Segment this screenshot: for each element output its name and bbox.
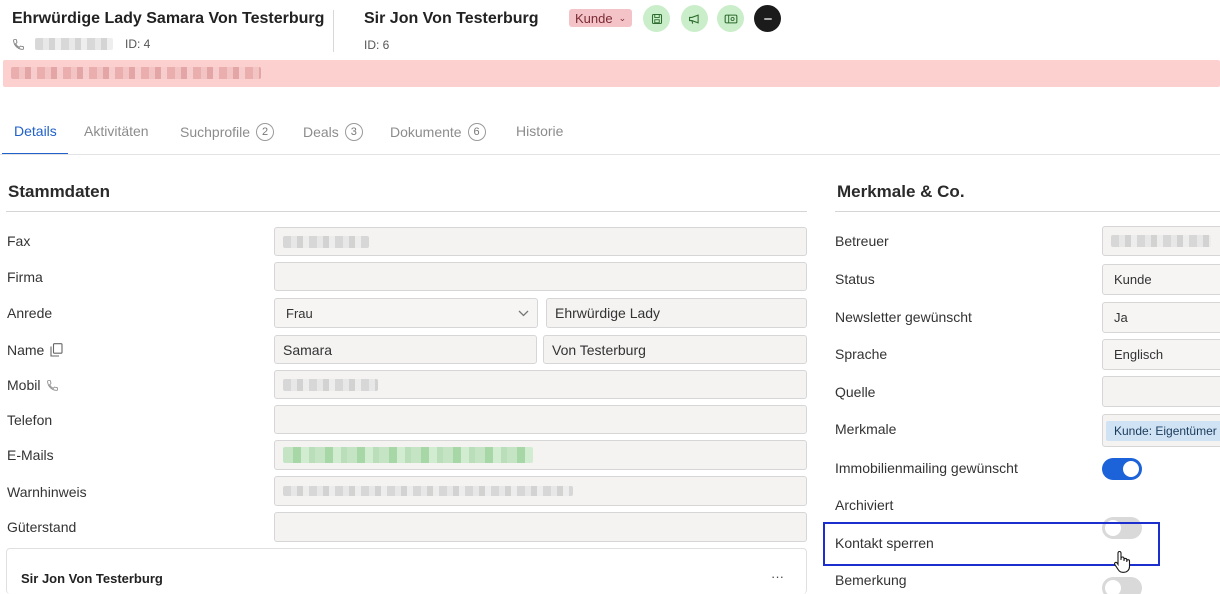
merkmal-tag[interactable]: Kunde: Eigentümer L (1106, 420, 1220, 441)
label-name-text: Name (7, 342, 45, 358)
avatar[interactable] (754, 5, 781, 32)
tab-count-badge: 2 (256, 123, 275, 141)
related-contact-name[interactable]: Sir Jon Von Testerburg (21, 571, 163, 586)
phone-icon (12, 38, 25, 51)
fax-field[interactable] (274, 227, 807, 256)
hand-cursor-icon (1113, 550, 1131, 579)
megaphone-icon (688, 13, 702, 25)
label-gueterstand: Güterstand (7, 519, 77, 535)
section-divider (835, 211, 1220, 212)
tab-aktivitaeten[interactable]: Aktivitäten (84, 123, 149, 139)
label-merkmale: Merkmale (835, 421, 897, 437)
telefon-field[interactable] (274, 405, 807, 434)
tab-deals[interactable]: Deals 3 (303, 123, 363, 141)
avatar-logo-icon (763, 17, 772, 20)
tab-details[interactable]: Details (14, 123, 57, 139)
copy-icon[interactable] (50, 343, 63, 357)
tab-dokumente[interactable]: Dokumente 6 (390, 123, 486, 141)
tab-count-badge: 6 (467, 123, 486, 141)
betreuer-value-redacted (1111, 235, 1211, 247)
tab-label: Aktivitäten (84, 123, 149, 139)
save-icon (651, 13, 663, 25)
newsletter-select[interactable]: Ja (1102, 302, 1220, 333)
sprache-select[interactable]: Englisch (1102, 339, 1220, 370)
status-badge-label: Kunde (575, 10, 613, 26)
status-badge[interactable]: Kunde ⌄ (569, 9, 633, 27)
section-title-stammdaten: Stammdaten (8, 182, 111, 201)
label-bemerkung: Bemerkung (835, 572, 907, 588)
tab-label: Deals (303, 124, 339, 140)
label-kontakt-sperren: Kontakt sperren (835, 535, 934, 551)
tab-label: Details (14, 123, 57, 139)
section-divider (6, 211, 807, 212)
tab-label: Suchprofile (180, 124, 251, 140)
ticket-icon (724, 13, 738, 25)
toggle-knob (1105, 580, 1121, 594)
tab-label: Dokumente (390, 124, 462, 140)
contact-id: ID: 4 (125, 37, 151, 51)
label-immobilienmailing: Immobilienmailing gewünscht (835, 460, 1018, 476)
header-divider (333, 10, 334, 52)
vorname-field[interactable]: Samara (274, 335, 537, 364)
label-newsletter: Newsletter gewünscht (835, 309, 972, 325)
warning-banner (3, 60, 1220, 87)
chevron-down-icon (518, 306, 529, 320)
contact-meta-primary: ID: 4 (12, 37, 150, 51)
tabs-divider (0, 154, 1220, 155)
contact-name-secondary[interactable]: Sir Jon Von Testerburg (364, 10, 539, 28)
label-telefon: Telefon (7, 412, 53, 428)
ticket-button[interactable] (717, 5, 744, 32)
fax-value-redacted (283, 235, 369, 248)
mobil-field[interactable] (274, 370, 807, 399)
label-emails: E-Mails (7, 447, 54, 463)
mobil-value-redacted (283, 378, 378, 391)
chevron-down-icon: ⌄ (618, 12, 627, 23)
campaign-button[interactable] (681, 5, 708, 32)
warnhinweis-value-redacted (283, 486, 573, 496)
tab-suchprofile[interactable]: Suchprofile 2 (180, 123, 275, 141)
save-button[interactable] (643, 5, 670, 32)
warning-text-redacted (11, 67, 261, 79)
label-warnhinweis: Warnhinweis (7, 484, 87, 500)
label-quelle: Quelle (835, 384, 876, 400)
status-select[interactable]: Kunde (1102, 264, 1220, 295)
label-mobil-text: Mobil (7, 377, 41, 393)
label-archiviert: Archiviert (835, 497, 894, 513)
betreuer-field[interactable] (1102, 226, 1220, 256)
contact-name-primary: Ehrwürdige Lady Samara Von Testerburg (12, 10, 325, 27)
immobilienmailing-toggle[interactable] (1102, 458, 1142, 480)
anrede-value: Frau (286, 305, 313, 321)
label-fax: Fax (7, 233, 31, 249)
tab-count-badge: 3 (344, 123, 363, 141)
quelle-field[interactable] (1102, 376, 1220, 407)
related-contact-card: Sir Jon Von Testerburg ··· (6, 548, 807, 594)
tab-label: Historie (516, 123, 564, 139)
contact-id-secondary: ID: 6 (364, 38, 390, 52)
emails-field[interactable] (274, 440, 807, 470)
gueterstand-field[interactable] (274, 512, 807, 542)
label-firma: Firma (7, 269, 43, 285)
merkmale-field[interactable]: Kunde: Eigentümer L (1102, 414, 1220, 447)
tab-historie[interactable]: Historie (516, 123, 563, 139)
more-menu-icon[interactable]: ··· (771, 569, 784, 584)
label-anrede: Anrede (7, 305, 53, 321)
phone-icon[interactable] (46, 379, 59, 392)
email-tag-redacted[interactable] (283, 447, 533, 463)
titel-field[interactable]: Ehrwürdige Lady (546, 298, 807, 328)
label-sprache: Sprache (835, 346, 888, 362)
warnhinweis-field[interactable] (274, 476, 807, 506)
section-title-merkmale: Merkmale & Co. (837, 182, 965, 201)
nachname-field[interactable]: Von Testerburg (543, 335, 807, 364)
kontakt-sperren-toggle[interactable] (1102, 577, 1142, 594)
anrede-select[interactable]: Frau (274, 298, 538, 328)
label-mobil: Mobil (7, 377, 59, 393)
phone-number-redacted (35, 38, 113, 50)
label-betreuer: Betreuer (835, 233, 889, 249)
label-status: Status (835, 271, 875, 287)
label-name: Name (7, 342, 63, 358)
toggle-knob (1123, 461, 1139, 477)
firma-field[interactable] (274, 262, 807, 291)
